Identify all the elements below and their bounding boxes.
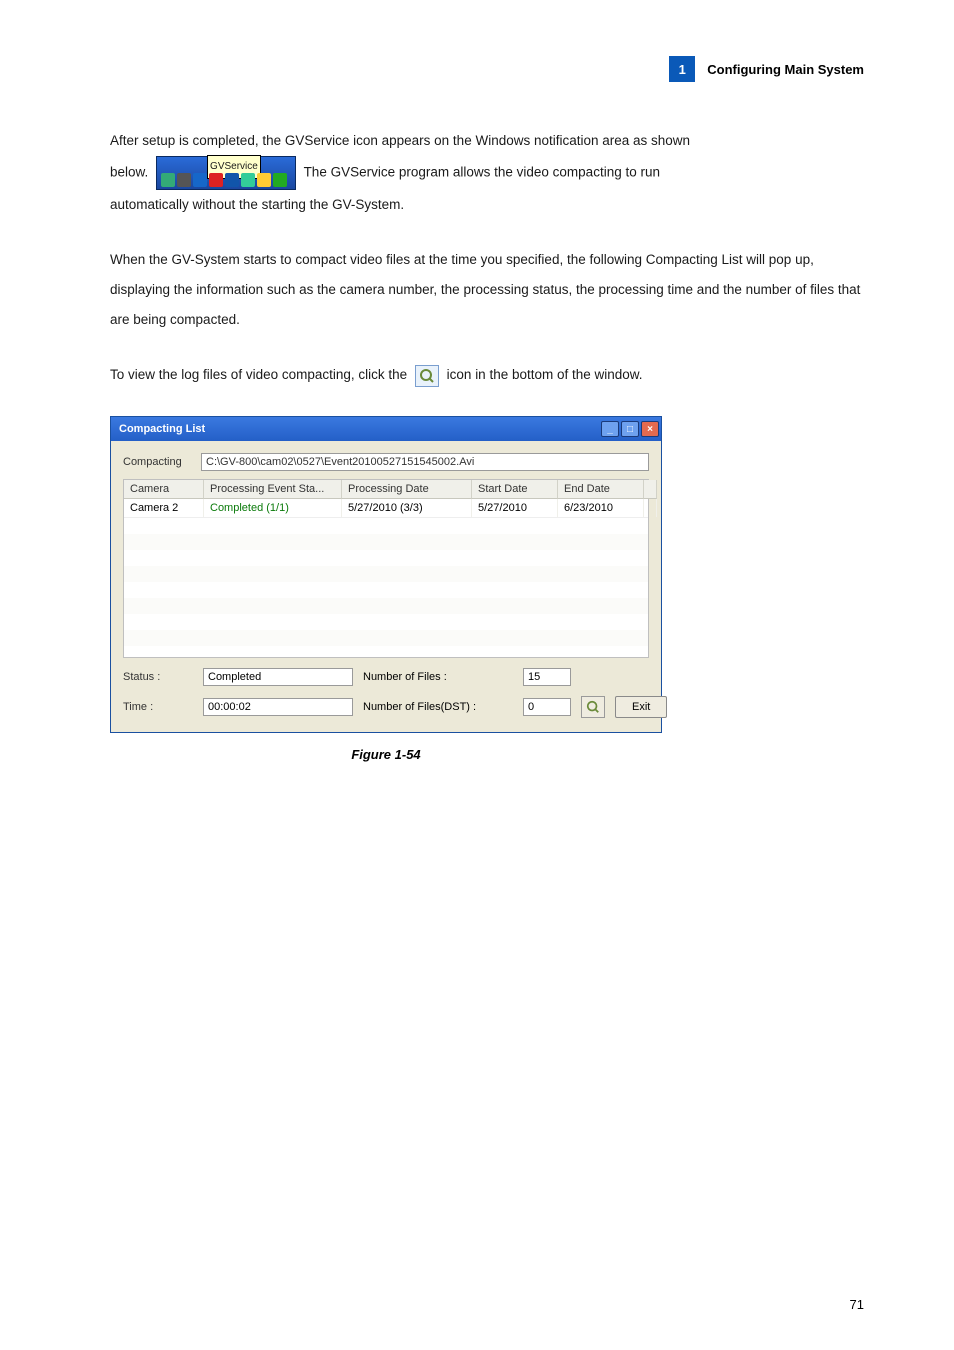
systray-icon	[161, 173, 175, 187]
systray-icon	[193, 173, 207, 187]
systray-icon	[209, 173, 223, 187]
col-end[interactable]: End Date	[558, 480, 644, 499]
time-value: 00:00:02	[203, 698, 353, 716]
col-camera[interactable]: Camera	[124, 480, 204, 499]
compacting-row: Compacting C:\GV-800\cam02\0527\Event201…	[123, 453, 649, 471]
log-file-icon	[415, 365, 439, 387]
table-row[interactable]: Camera 2 Completed (1/1) 5/27/2010 (3/3)…	[124, 499, 648, 517]
page-number: 71	[850, 1297, 864, 1312]
text-fragment: below.	[110, 164, 148, 179]
number-of-files-dst-value: 0	[523, 698, 571, 716]
view-log-button[interactable]	[581, 696, 605, 718]
compacting-label: Compacting	[123, 456, 191, 468]
number-of-files-label: Number of Files :	[363, 671, 513, 683]
systray-icon	[241, 173, 255, 187]
col-start[interactable]: Start Date	[472, 480, 558, 499]
dialog-title: Compacting List	[119, 423, 205, 435]
text-line: To view the log files of video compactin…	[110, 360, 864, 390]
number-of-files-dst-label: Number of Files(DST) :	[363, 701, 513, 713]
systray-icon	[177, 173, 191, 187]
log-file-icon	[586, 700, 600, 714]
systray-icon	[257, 173, 271, 187]
table-header: Camera Processing Event Sta... Processin…	[124, 480, 648, 499]
dialog-titlebar: Compacting List _ □ ×	[111, 417, 661, 441]
chapter-title: Configuring Main System	[707, 62, 864, 77]
time-label: Time :	[123, 701, 193, 713]
paragraph-1: After setup is completed, the GVService …	[110, 126, 864, 219]
exit-button[interactable]: Exit	[615, 696, 667, 718]
compacting-table: Camera Processing Event Sta... Processin…	[123, 479, 649, 658]
systray-screenshot: GVService	[156, 156, 296, 190]
number-of-files-value: 15	[523, 668, 571, 686]
page-header: 1 Configuring Main System	[110, 56, 864, 82]
text-fragment: To view the log files of video compactin…	[110, 367, 411, 382]
text-fragment: The GVService program allows the video c…	[304, 164, 660, 179]
cell-camera: Camera 2	[124, 499, 204, 517]
text-fragment: icon in the bottom of the window.	[447, 367, 643, 382]
col-date[interactable]: Processing Date	[342, 480, 472, 499]
cell-end: 6/23/2010	[558, 499, 644, 517]
cell-spacer	[644, 499, 657, 517]
systray-icons	[161, 173, 287, 187]
systray-icon	[273, 173, 287, 187]
cell-status: Completed (1/1)	[204, 499, 342, 517]
cell-start: 5/27/2010	[472, 499, 558, 517]
text-line: After setup is completed, the GVService …	[110, 126, 864, 156]
text-line: automatically without the starting the G…	[110, 190, 864, 220]
compacting-path-field: C:\GV-800\cam02\0527\Event20100527151545…	[201, 453, 649, 471]
col-status[interactable]: Processing Event Sta...	[204, 480, 342, 499]
systray-icon	[225, 173, 239, 187]
paragraph-3: To view the log files of video compactin…	[110, 360, 864, 390]
cell-date: 5/27/2010 (3/3)	[342, 499, 472, 517]
col-spacer	[644, 480, 657, 499]
text-line: When the GV-System starts to compact vid…	[110, 245, 864, 334]
maximize-icon[interactable]: □	[621, 421, 639, 437]
table-empty-rows	[124, 517, 648, 657]
figure-caption: Figure 1-54	[110, 747, 662, 762]
text-line: below. GVService The GVService progra	[110, 156, 864, 190]
status-label: Status :	[123, 671, 193, 683]
paragraph-2: When the GV-System starts to compact vid…	[110, 245, 864, 334]
chapter-badge: 1	[669, 56, 695, 82]
minimize-icon[interactable]: _	[601, 421, 619, 437]
compacting-list-dialog: Compacting List _ □ × Compacting C:\GV-8…	[110, 416, 662, 733]
close-icon[interactable]: ×	[641, 421, 659, 437]
status-value: Completed	[203, 668, 353, 686]
